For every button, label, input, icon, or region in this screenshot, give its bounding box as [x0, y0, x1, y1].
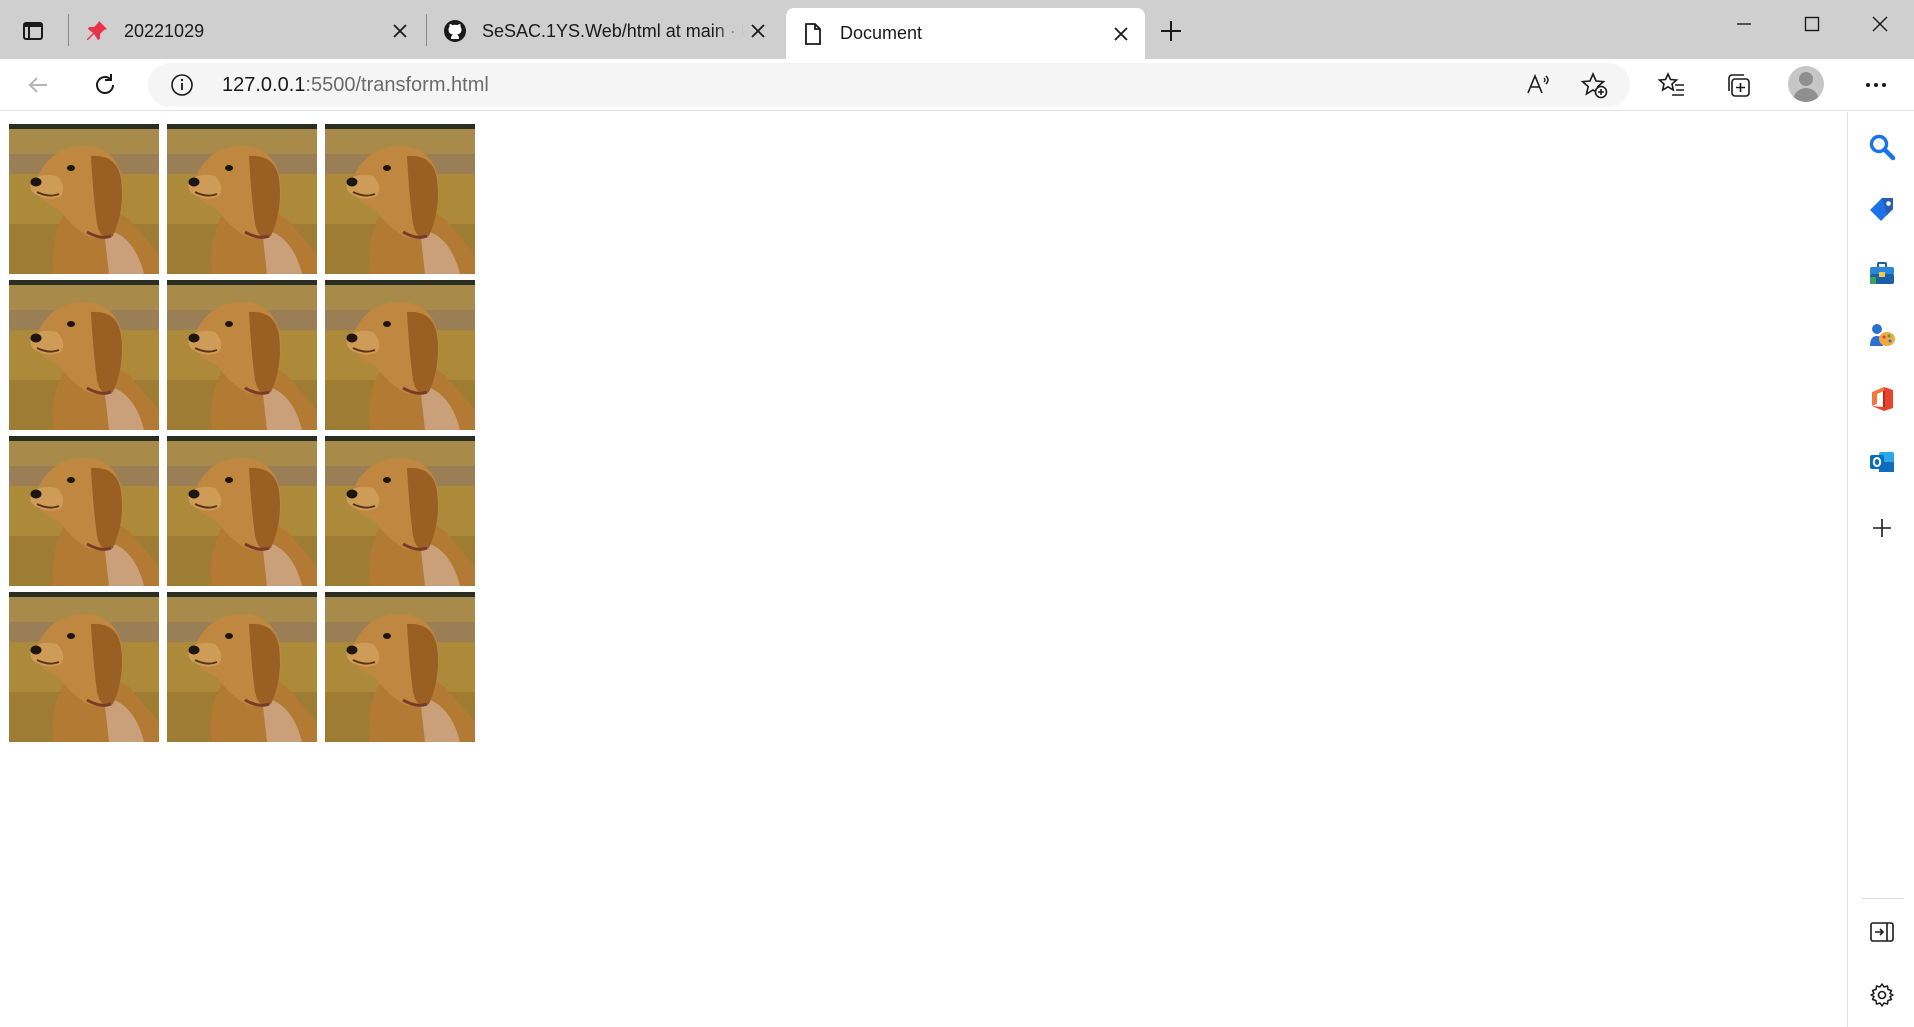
sidebar-shopping-button[interactable]	[1862, 190, 1902, 230]
tab-github-sesac[interactable]: SeSAC.1YS.Web/html at main · heo	[428, 8, 782, 54]
page-viewport	[0, 112, 1847, 1027]
dog-image-8	[167, 436, 317, 586]
collections-icon	[1728, 74, 1750, 97]
site-info-icon[interactable]	[168, 71, 196, 99]
plus-icon	[1161, 21, 1181, 41]
minimize-icon	[1737, 23, 1751, 25]
sidebar-add-button[interactable]	[1862, 508, 1902, 548]
office-icon	[1872, 387, 1893, 411]
sidebar-tools-button[interactable]	[1862, 253, 1902, 293]
close-icon	[1872, 16, 1888, 32]
tools-icon	[1870, 262, 1894, 284]
tab-strip: 20221029 SeSAC.1YS.Web/html at main · he…	[0, 0, 1914, 59]
dog-image-12	[325, 592, 475, 742]
dog-image-11	[167, 592, 317, 742]
hide-sidebar-icon	[1870, 922, 1894, 942]
dog-image-1	[9, 124, 159, 274]
dog-image-9	[325, 436, 475, 586]
back-button[interactable]	[18, 65, 58, 105]
dog-image-6	[325, 280, 475, 430]
close-window-button[interactable]	[1846, 0, 1914, 48]
tab-actions-icon	[23, 22, 43, 40]
sidebar-search-button[interactable]	[1862, 127, 1902, 167]
sidebar-settings-button[interactable]	[1862, 975, 1902, 1015]
maximize-button[interactable]	[1778, 0, 1846, 48]
tab-separator	[68, 14, 69, 46]
search-icon	[1869, 134, 1896, 161]
tab-close-button[interactable]	[1107, 20, 1135, 48]
profile-avatar[interactable]	[1788, 66, 1824, 102]
navigation-toolbar: 127.0.0.1:5500/transform.html	[0, 59, 1914, 111]
tab-close-button[interactable]	[744, 17, 772, 45]
new-tab-button[interactable]	[1152, 12, 1190, 50]
avatar-head	[1799, 72, 1813, 86]
tab-title: 20221029	[124, 20, 205, 41]
url-path: :5500/transform.html	[305, 74, 489, 96]
close-icon	[393, 24, 407, 38]
github-icon	[442, 18, 468, 44]
close-icon	[751, 24, 765, 38]
edge-sidebar	[1847, 112, 1914, 1027]
collections-button[interactable]	[1718, 65, 1758, 105]
favorites-button[interactable]	[1652, 65, 1692, 105]
avatar-body	[1793, 88, 1819, 102]
dog-image-3	[325, 124, 475, 274]
favorites-icon	[1658, 72, 1684, 96]
dog-image-10	[9, 592, 159, 742]
sidebar-outlook-button[interactable]	[1862, 442, 1902, 482]
outlook-icon	[1870, 452, 1894, 472]
sidebar-separator	[1862, 898, 1904, 899]
address-bar[interactable]: 127.0.0.1:5500/transform.html	[148, 63, 1630, 107]
games-icon	[1870, 324, 1895, 346]
sidebar-office-button[interactable]	[1862, 379, 1902, 419]
hide-sidebar-button[interactable]	[1862, 912, 1902, 952]
url-text[interactable]: 127.0.0.1:5500/transform.html	[222, 74, 489, 97]
add-icon	[1873, 519, 1891, 537]
dog-image-7	[9, 436, 159, 586]
sidebar-games-button[interactable]	[1862, 316, 1902, 356]
tab-title: Document	[840, 23, 923, 43]
url-host: 127.0.0.1	[222, 74, 306, 96]
image-grid	[9, 124, 489, 742]
tab-title: SeSAC.1YS.Web/html at main · heo	[482, 20, 744, 41]
refresh-button[interactable]	[85, 65, 125, 105]
add-favorite-icon[interactable]	[1578, 69, 1610, 101]
more-icon	[1866, 83, 1886, 87]
dog-image-4	[9, 280, 159, 430]
shopping-tag-icon	[1870, 198, 1893, 221]
tab-separator	[426, 14, 427, 46]
dog-image-5	[167, 280, 317, 430]
minimize-button[interactable]	[1710, 0, 1778, 48]
tab-actions-button[interactable]	[12, 12, 54, 50]
refresh-icon	[96, 74, 114, 94]
document-icon	[800, 21, 826, 47]
tab-close-button[interactable]	[386, 17, 414, 45]
arrow-left-icon	[28, 77, 47, 93]
read-aloud-icon[interactable]	[1522, 69, 1554, 101]
tab-document[interactable]: Document	[786, 8, 1145, 59]
settings-icon	[1870, 983, 1894, 1007]
dog-image-2	[167, 124, 317, 274]
close-icon	[1114, 26, 1128, 41]
tab-20221029[interactable]: 20221029	[70, 8, 424, 54]
pin-icon	[84, 18, 110, 44]
settings-more-button[interactable]	[1856, 65, 1896, 105]
maximize-icon	[1804, 16, 1820, 32]
